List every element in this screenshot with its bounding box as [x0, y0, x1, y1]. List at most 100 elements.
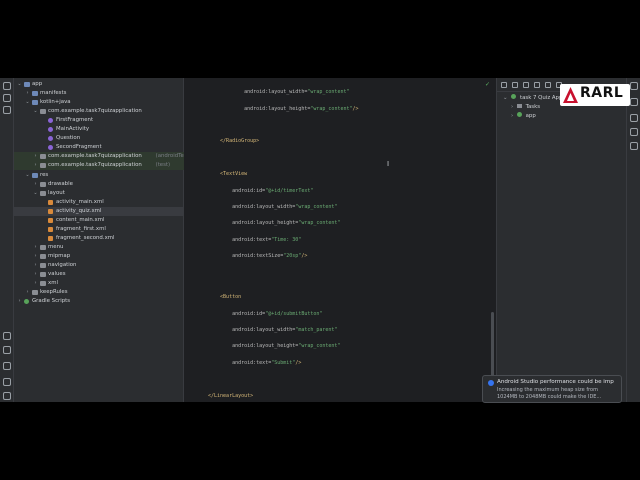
tree-item[interactable]: › com.example.task7quizapplication (test) — [14, 161, 184, 171]
device-manager-icon[interactable] — [630, 114, 638, 122]
tree-item[interactable]: › navigation — [14, 261, 184, 270]
chevron-right-icon[interactable]: › — [33, 152, 38, 161]
code-line[interactable]: android:layout_width="match_parent" — [208, 326, 337, 334]
expand-icon[interactable] — [523, 82, 529, 88]
commit-tool-icon[interactable] — [3, 94, 11, 102]
structure-tool-icon[interactable] — [3, 106, 11, 114]
tree-item[interactable]: ⌄ res — [14, 171, 184, 180]
logcat-tool-icon[interactable] — [3, 346, 11, 354]
chevron-right-icon[interactable]: › — [33, 161, 38, 170]
xml-tag: <Button — [208, 294, 242, 301]
running-devices-icon[interactable] — [630, 128, 638, 136]
chevron-down-icon[interactable]: ⌄ — [33, 189, 38, 198]
tree-item[interactable]: fragment_second.xml — [14, 234, 184, 243]
performance-notification[interactable]: Android Studio performance could be imp … — [482, 375, 622, 403]
tree-item[interactable]: ⌄ kotlin+java — [14, 98, 184, 107]
tree-item[interactable]: activity_main.xml — [14, 198, 184, 207]
chevron-right-icon[interactable]: › — [33, 243, 38, 252]
chevron-right-icon[interactable]: › — [33, 279, 38, 288]
tree-item[interactable]: activity_quiz.xml — [14, 206, 184, 216]
chevron-down-icon[interactable]: ⌄ — [33, 107, 38, 116]
attribute-value: "@+id/submitButton" — [265, 310, 323, 317]
chevron-down-icon[interactable]: ⌄ — [17, 80, 22, 89]
folder-icon — [32, 290, 38, 296]
code-line[interactable]: <TextView — [208, 170, 247, 178]
code-line[interactable]: android:layout_width="wrap_content" — [208, 203, 337, 211]
code-line[interactable]: </RadioGroup> — [208, 137, 259, 145]
code-line[interactable]: android:id="@+id/submitButton" — [208, 310, 322, 318]
chevron-right-icon: › — [511, 113, 514, 119]
attribute-name: android:layout_height= — [208, 220, 299, 227]
code-line[interactable]: android:layout_height="wrap_content" — [208, 342, 340, 350]
tree-item[interactable]: ⌄ com.example.task7quizapplication — [14, 107, 184, 116]
execute-task-icon[interactable] — [545, 82, 551, 88]
tree-item[interactable]: › values — [14, 270, 184, 279]
terminal-tool-icon[interactable] — [3, 392, 11, 400]
code-line[interactable]: android:layout_width="wrap_content" — [208, 88, 349, 96]
chevron-right-icon[interactable]: › — [33, 270, 38, 279]
tree-item[interactable]: › mipmap — [14, 252, 184, 261]
tree-item-label: activity_main.xml — [56, 198, 104, 205]
chevron-right-icon[interactable]: › — [33, 252, 38, 261]
notifications-icon[interactable] — [630, 82, 638, 90]
tree-item[interactable]: fragment_first.xml — [14, 225, 184, 234]
tree-item[interactable]: Question — [14, 134, 184, 143]
tree-item[interactable]: › com.example.task7quizapplication (androi… — [14, 152, 191, 162]
device-explorer-icon[interactable] — [630, 142, 638, 150]
attribute-value: "wrap_content" — [298, 220, 341, 227]
attribute-name: android:textSize= — [208, 253, 284, 260]
gradle-item-app[interactable]: › app — [511, 112, 536, 121]
attribute-name: android:layout_width= — [208, 204, 296, 210]
tree-item-label: xml — [48, 280, 58, 287]
chevron-down-icon[interactable]: ⌄ — [25, 98, 30, 107]
tree-item[interactable]: content_main.xml — [14, 216, 184, 225]
build-tool-icon[interactable] — [3, 332, 11, 340]
code-line[interactable]: android:id="@+id/timerText" — [208, 187, 313, 195]
chevron-right-icon[interactable]: › — [33, 261, 38, 270]
code-line[interactable]: android:text="Time: 30" — [208, 236, 301, 244]
tree-item[interactable]: › drawable — [14, 180, 184, 189]
code-line[interactable]: android:layout_height="wrap_content" — [208, 219, 340, 227]
tree-item[interactable]: › Gradle Scripts — [14, 297, 184, 306]
xml-tag: </RadioGroup> — [208, 138, 260, 145]
tree-item[interactable]: ⌄ app — [14, 80, 184, 89]
chevron-right-icon[interactable]: › — [25, 288, 30, 297]
attribute-name: android:layout_height= — [208, 105, 311, 112]
attribute-value: "Submit" — [271, 359, 296, 366]
collapse-icon[interactable] — [534, 82, 540, 88]
tree-item[interactable]: › menu — [14, 243, 184, 252]
refresh-icon[interactable] — [512, 82, 518, 88]
run-tool-icon[interactable] — [3, 378, 11, 386]
chevron-down-icon[interactable]: ⌄ — [25, 171, 30, 180]
no-problems-check-icon[interactable]: ✓ — [485, 81, 490, 88]
tree-item[interactable]: › keepRules — [14, 288, 184, 297]
download-icon[interactable] — [501, 82, 507, 88]
app-inspection-icon[interactable] — [3, 362, 11, 370]
code-editor[interactable]: android:layout_width="wrap_content" andr… — [184, 78, 496, 402]
tree-item[interactable]: › manifests — [14, 89, 184, 98]
tree-item-label: activity_quiz.xml — [56, 207, 102, 214]
notification-title: Android Studio performance could be imp — [497, 379, 614, 385]
code-line[interactable]: android:layout_height="wrap_content"/> — [208, 105, 358, 113]
project-tool-icon[interactable] — [3, 82, 11, 90]
tree-item[interactable]: SecondFragment — [14, 143, 184, 152]
gradle-item-tasks[interactable]: › Tasks — [511, 103, 540, 112]
gradle-tool-icon[interactable] — [630, 98, 638, 106]
tree-item[interactable]: › xml — [14, 279, 184, 288]
project-panel: ⌄ app › manifests ⌄ kotlin+java ⌄ com.example.t… — [14, 78, 191, 402]
tree-item[interactable]: FirstFragment — [14, 116, 184, 125]
tree-item-label: com.example.task7quizapplication — [48, 153, 142, 160]
kotlin-file-icon — [48, 136, 53, 142]
chevron-right-icon[interactable]: › — [25, 89, 30, 98]
code-line[interactable]: </LinearLayout> — [208, 392, 253, 400]
attribute-value: "wrap_content" — [310, 105, 353, 112]
tree-item[interactable]: ⌄ layout — [14, 189, 184, 198]
android-studio-window: ⌄ app › manifests ⌄ kotlin+java ⌄ com.example.t… — [0, 78, 640, 402]
code-line[interactable]: android:textSize="20sp"/> — [208, 252, 307, 260]
tree-item[interactable]: MainActivity — [14, 125, 184, 134]
gradle-root-item[interactable]: ⌄ task 7 Quiz Applic — [503, 94, 568, 103]
chevron-right-icon[interactable]: › — [17, 297, 22, 306]
code-line[interactable]: android:text="Submit"/> — [208, 359, 301, 367]
chevron-right-icon[interactable]: › — [33, 180, 38, 189]
code-line[interactable]: <Button — [208, 293, 241, 301]
